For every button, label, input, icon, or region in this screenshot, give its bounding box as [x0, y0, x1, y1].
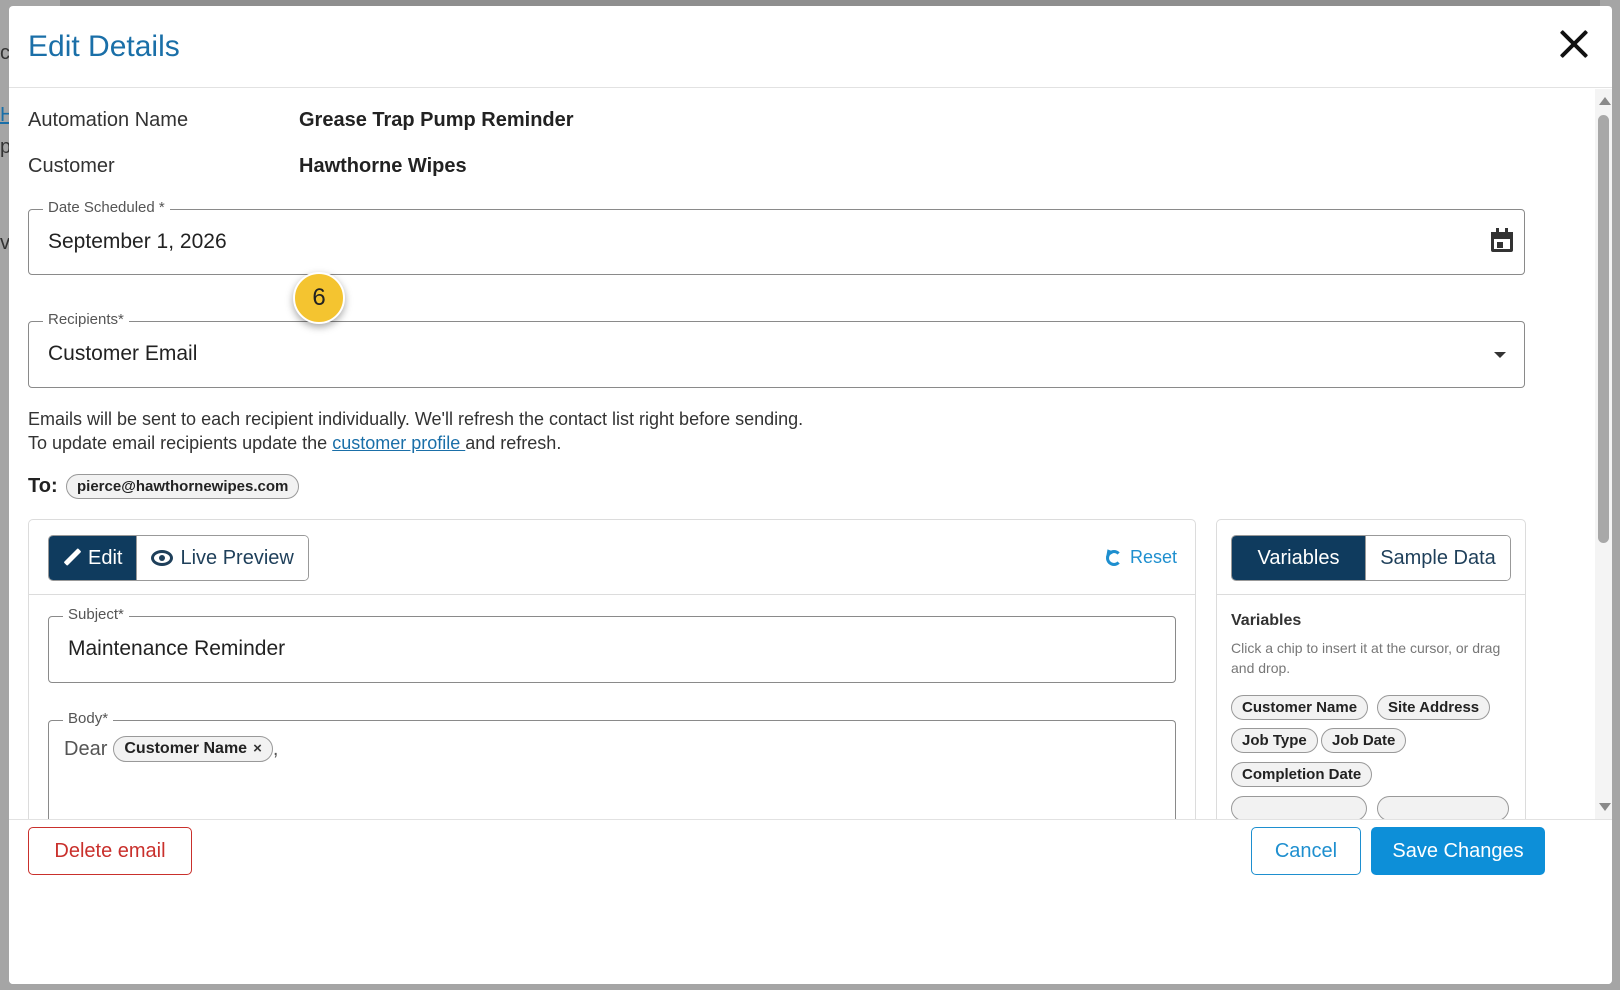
variables-panel: Variables Sample Data Variables Click a …	[1216, 519, 1526, 819]
close-icon[interactable]	[1558, 28, 1590, 60]
variable-chip[interactable]: Site Address	[1377, 695, 1491, 720]
variable-chip-partial[interactable]	[1231, 796, 1367, 819]
body-label: Body*	[63, 710, 114, 727]
delete-email-button[interactable]: Delete email	[28, 827, 192, 875]
automation-name-value: Grease Trap Pump Reminder	[299, 109, 574, 131]
recipients-value: Customer Email	[48, 342, 198, 365]
tab-edit-label: Edit	[88, 546, 123, 569]
body-content[interactable]: Dear Customer Name × ,	[64, 736, 278, 762]
customer-label: Customer	[28, 155, 115, 177]
edit-mode-toggle: Edit Live Preview	[48, 535, 309, 581]
to-label: To:	[28, 475, 58, 497]
variable-chip-inserted[interactable]: Customer Name ×	[113, 736, 273, 762]
editor-toolbar: Edit Live Preview Reset	[29, 520, 1195, 595]
customer-value: Hawthorne Wipes	[299, 155, 467, 177]
reset-button[interactable]: Reset	[1105, 547, 1177, 568]
calendar-icon[interactable]	[1490, 228, 1514, 254]
variable-chip[interactable]: Customer Name	[1231, 695, 1369, 720]
variables-title: Variables	[1231, 612, 1302, 629]
eye-icon	[151, 550, 174, 566]
body-field[interactable]: Body* Dear Customer Name × ,	[48, 710, 1176, 819]
pencil-icon	[63, 549, 81, 567]
variables-toggle: Variables Sample Data	[1231, 535, 1511, 581]
reset-icon	[1105, 549, 1122, 566]
scroll-down-arrow-icon[interactable]	[1599, 803, 1611, 811]
vertical-scrollbar[interactable]	[1595, 89, 1612, 819]
body-text: ,	[272, 737, 279, 760]
recipients-label: Recipients*	[43, 311, 129, 328]
edit-details-dialog: Edit Details Automation Name Grease Trap…	[9, 6, 1612, 984]
date-scheduled-value[interactable]: September 1, 2026	[48, 230, 227, 254]
helper-text: To update email recipients update the	[28, 433, 333, 453]
scroll-thumb[interactable]	[1598, 115, 1609, 543]
variables-toolbar: Variables Sample Data	[1217, 520, 1525, 595]
step-number-badge: 6	[293, 272, 345, 324]
variable-chip-partial[interactable]	[1377, 796, 1509, 819]
dialog-footer: Delete email Cancel Save Changes	[9, 819, 1612, 984]
automation-name-label: Automation Name	[28, 109, 189, 131]
dropdown-caret-icon[interactable]	[1494, 352, 1506, 358]
recipient-email-chip: pierce@hawthornewipes.com	[66, 474, 300, 499]
variables-help-text: Click a chip to insert it at the cursor,…	[1231, 640, 1501, 676]
dialog-title: Edit Details	[28, 30, 180, 63]
tab-live-preview[interactable]: Live Preview	[136, 536, 308, 580]
remove-chip-icon[interactable]: ×	[253, 737, 262, 761]
tab-live-preview-label: Live Preview	[180, 546, 294, 569]
tab-variables[interactable]: Variables	[1232, 536, 1365, 580]
email-editor-card: Edit Live Preview Reset Subject* Mainten…	[28, 519, 1196, 819]
body-text: Dear	[64, 737, 108, 760]
dialog-body: Automation Name Grease Trap Pump Reminde…	[9, 89, 1595, 819]
variable-chip[interactable]: Completion Date	[1231, 762, 1373, 787]
chip-label: Customer Name	[124, 740, 248, 757]
tab-edit[interactable]: Edit	[49, 536, 137, 580]
reset-label: Reset	[1129, 547, 1177, 567]
scroll-up-arrow-icon[interactable]	[1599, 97, 1611, 105]
variable-chip[interactable]: Job Date	[1321, 728, 1407, 753]
variable-chip[interactable]: Job Type	[1231, 728, 1318, 753]
customer-profile-link[interactable]: customer profile	[332, 433, 465, 453]
tab-sample-data[interactable]: Sample Data	[1365, 536, 1510, 580]
helper-text: and refresh.	[465, 433, 562, 453]
cancel-button[interactable]: Cancel	[1251, 827, 1361, 875]
dialog-header: Edit Details	[9, 6, 1612, 88]
recipients-helper-line2: To update email recipients update the cu…	[28, 433, 561, 454]
subject-field[interactable]: Subject* Maintenance Reminder	[48, 606, 1176, 683]
subject-label: Subject*	[63, 606, 129, 623]
recipients-helper-line1: Emails will be sent to each recipient in…	[28, 409, 804, 429]
subject-value[interactable]: Maintenance Reminder	[68, 637, 285, 661]
save-changes-button[interactable]: Save Changes	[1371, 827, 1545, 875]
date-scheduled-field[interactable]: Date Scheduled * September 1, 2026	[28, 199, 1525, 275]
recipients-select[interactable]: Recipients* Customer Email	[28, 311, 1525, 388]
date-scheduled-label: Date Scheduled *	[43, 199, 170, 216]
